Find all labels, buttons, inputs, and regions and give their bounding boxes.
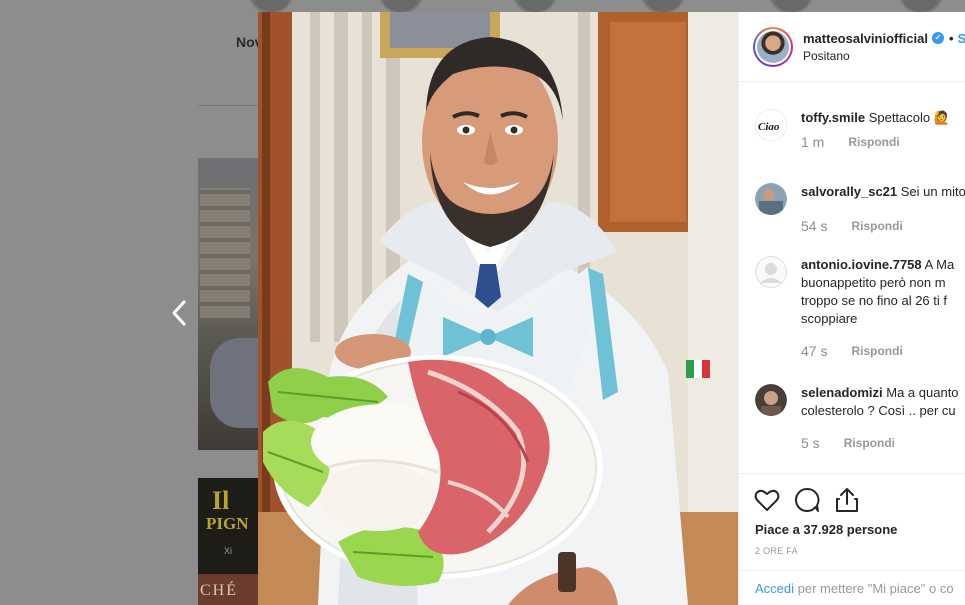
post-actions: Piace a 37.928 persone 2 ORE FA Accedi p… [739,473,965,605]
comment-list[interactable]: Ciao toffy.smile Spettacolo 🙋 1 m Rispon… [739,83,965,473]
post-image [258,12,738,605]
comment-username[interactable]: antonio.iovine.7758 [801,257,922,272]
commenter-avatar[interactable] [755,183,787,215]
chevron-left-icon[interactable] [168,298,190,328]
comment-username[interactable]: salvorally_sc21 [801,184,897,199]
comment-username[interactable]: toffy.smile [801,110,865,125]
commenter-avatar[interactable] [755,384,787,416]
post-modal: matteosalviniofficial ✓ • S Positano Cia… [258,12,965,605]
author-avatar[interactable] [753,26,793,67]
reply-button[interactable]: Rispondi [851,217,902,235]
reply-button[interactable]: Rispondi [844,434,895,452]
comment-icon[interactable] [793,486,821,514]
post-location[interactable]: Positano [803,49,965,63]
comment-text: Spettacolo 🙋 [868,110,950,125]
background-divider [198,105,258,106]
login-prompt: Accedi per mettere "Mi piace" o co [739,570,965,605]
share-icon[interactable] [833,486,861,514]
like-count[interactable]: Piace a 37.928 persone [755,522,897,537]
login-prompt-text: per mettere "Mi piace" o co [794,581,954,596]
commenter-avatar[interactable] [755,256,787,288]
login-link[interactable]: Accedi [755,581,794,596]
comment-time[interactable]: 47 s [801,342,827,360]
comment-time[interactable]: 5 s [801,434,820,452]
background-thumbnail[interactable] [198,158,258,450]
post-photo[interactable] [258,12,738,605]
comment-time[interactable]: 1 m [801,133,824,151]
comment-text: Sei un mito [900,184,965,199]
separator-dot: • [948,30,954,46]
post-sidebar: matteosalviniofficial ✓ • S Positano Cia… [738,12,965,605]
reply-button[interactable]: Rispondi [851,342,902,360]
follow-button[interactable]: S [958,31,965,46]
reply-button[interactable]: Rispondi [848,133,899,151]
comment-time[interactable]: 54 s [801,217,827,235]
commenter-avatar[interactable]: Ciao [755,109,787,141]
author-username[interactable]: matteosalviniofficial [803,31,928,46]
heart-icon[interactable] [753,486,781,514]
post-header: matteosalviniofficial ✓ • S Positano [739,12,965,82]
svg-text:Ciao: Ciao [758,121,780,133]
verified-badge-icon: ✓ [931,32,944,44]
post-timestamp[interactable]: 2 ORE FA [755,546,798,556]
background-thumbnail[interactable]: Il PIGN Xi CHÉ [198,478,258,605]
comment-username[interactable]: selenadomizi [801,385,883,400]
